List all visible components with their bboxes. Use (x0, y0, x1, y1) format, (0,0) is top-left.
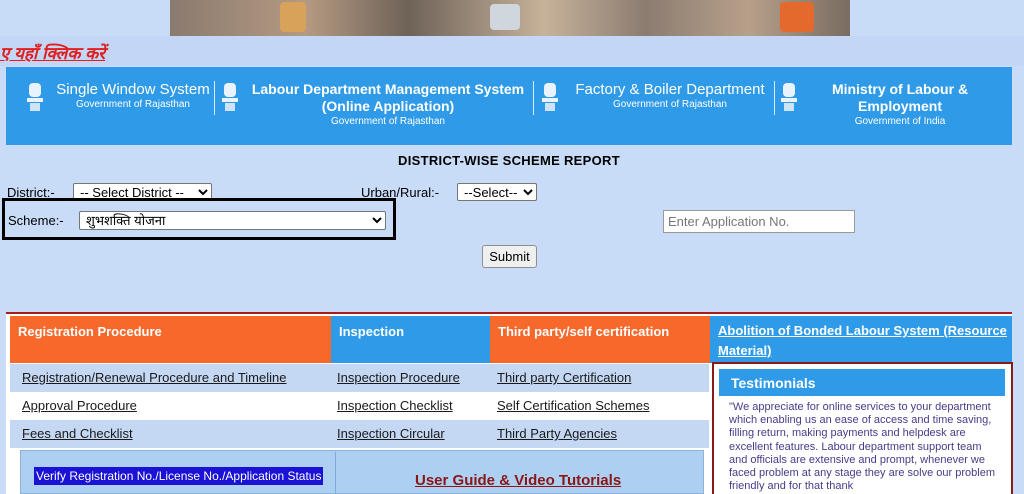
fees-checklist-link[interactable]: Fees and Checklist (22, 426, 133, 441)
inspection-circular-link[interactable]: Inspection Circular (337, 426, 445, 441)
inspection-header: Inspection (331, 316, 490, 363)
inspection-procedure-link[interactable]: Inspection Procedure (337, 370, 460, 385)
application-no-input[interactable] (663, 210, 855, 233)
header-subtitle: Government of Rajasthan (76, 99, 190, 110)
table-row: Approval Procedure Inspection Checklist … (10, 392, 709, 420)
click-here-link[interactable]: ए यहाँ क्लिक करें (0, 41, 105, 64)
verify-status-link[interactable]: Verify Registration No./License No./Appl… (34, 467, 324, 485)
header-banner-image (170, 0, 850, 36)
third-party-header: Third party/self certification (490, 316, 710, 363)
abolition-bonded-labour-link[interactable]: Abolition of Bonded Labour System (Resou… (710, 316, 1012, 363)
marquee-strip (0, 36, 1024, 66)
table-row: Registration/Renewal Procedure and Timel… (10, 364, 709, 392)
scheme-label: Scheme:- (8, 213, 64, 228)
report-title: DISTRICT-WISE SCHEME REPORT (398, 153, 620, 168)
department-header-bar: Single Window System Government of Rajas… (6, 67, 1012, 145)
self-certification-link[interactable]: Self Certification Schemes (497, 398, 649, 413)
ministry-labour-link[interactable]: Ministry of Labour & Employment Governme… (810, 81, 990, 128)
header-subtitle: Government of India (854, 116, 946, 127)
third-party-agencies-link[interactable]: Third Party Agencies (497, 426, 617, 441)
single-window-link[interactable]: Single Window System Government of Rajas… (50, 81, 216, 111)
urban-rural-select[interactable]: --Select-- (457, 183, 537, 201)
user-guide-link[interactable]: User Guide & Video Tutorials (415, 472, 621, 489)
scheme-select[interactable]: शुभशक्ति योजना (79, 211, 386, 230)
registration-renewal-link[interactable]: Registration/Renewal Procedure and Timel… (22, 370, 286, 385)
registration-procedure-header: Registration Procedure (10, 316, 331, 363)
approval-procedure-link[interactable]: Approval Procedure (22, 398, 137, 413)
inspection-checklist-link[interactable]: Inspection Checklist (337, 398, 453, 413)
header-title: Single Window System (56, 81, 210, 98)
header-title: Labour Department Management System (Onl… (251, 81, 525, 114)
header-subtitle: Government of Rajasthan (331, 116, 445, 127)
state-emblem-icon (27, 83, 43, 111)
testimonial-text: "We appreciate for online services to yo… (729, 401, 995, 493)
factory-boiler-link[interactable]: Factory & Boiler Department Government o… (567, 81, 773, 111)
third-party-certification-link[interactable]: Third party Certification (497, 370, 631, 385)
header-subtitle: Government of Rajasthan (613, 99, 727, 110)
header-title: Factory & Boiler Department (575, 81, 765, 98)
table-row: Fees and Checklist Inspection Circular T… (10, 420, 709, 448)
national-emblem-icon (781, 83, 797, 111)
testimonials-heading: Testimonials (719, 369, 1005, 396)
state-emblem-icon (542, 83, 558, 111)
submit-button[interactable]: Submit (482, 245, 537, 268)
labour-dept-link[interactable]: Labour Department Management System (Onl… (250, 81, 526, 128)
state-emblem-icon (222, 83, 238, 111)
header-title: Ministry of Labour & Employment (831, 81, 969, 114)
